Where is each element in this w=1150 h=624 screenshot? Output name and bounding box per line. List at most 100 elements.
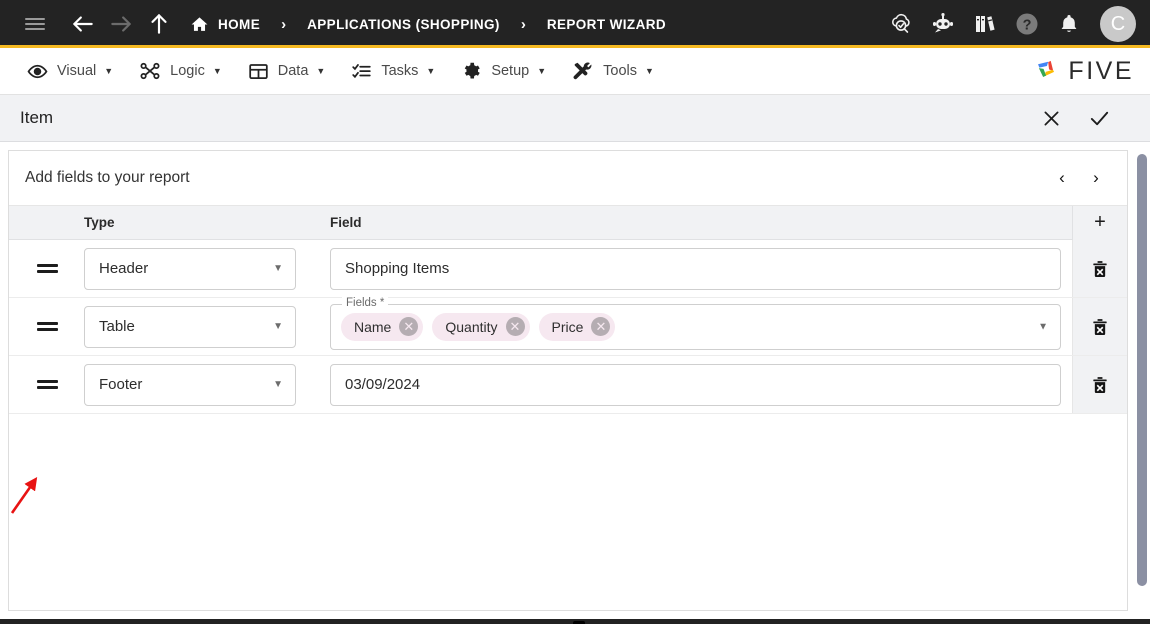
field-text-value: Shopping Items xyxy=(345,260,450,277)
application-menu-bar: Visual ▼ Logic ▼ Data ▼ Tasks ▼ Setup ▼ … xyxy=(0,48,1150,95)
tools-icon xyxy=(572,60,594,82)
chip-price[interactable]: Price ✕ xyxy=(538,312,616,341)
chip-quantity[interactable]: Quantity ✕ xyxy=(432,312,530,341)
row-type-cell: Footer ▼ xyxy=(75,363,320,406)
drag-handle-bar xyxy=(37,386,58,389)
eye-icon xyxy=(27,61,48,82)
table-row: Header ▼ Shopping Items xyxy=(9,240,1127,298)
grid-header-field-cell: Field xyxy=(320,214,1072,232)
page-title: Item xyxy=(20,108,54,127)
menu-tasks[interactable]: Tasks ▼ xyxy=(338,48,448,94)
column-header-type: Type xyxy=(84,214,115,230)
menu-tasks-label: Tasks xyxy=(381,63,419,79)
trash-icon[interactable] xyxy=(1090,317,1110,337)
back-arrow-icon[interactable] xyxy=(66,7,100,41)
svg-text:?: ? xyxy=(1023,17,1032,33)
trash-icon[interactable] xyxy=(1090,375,1110,395)
drag-handle-bar xyxy=(37,380,58,383)
prev-page-button[interactable]: ‹ xyxy=(1045,161,1079,195)
field-text-value: 03/09/2024 xyxy=(345,376,421,393)
menu-logic[interactable]: Logic ▼ xyxy=(126,48,235,94)
breadcrumb-item-home[interactable]: HOME xyxy=(190,15,260,34)
top-navigation-bar: HOME › APPLICATIONS (SHOPPING) › REPORT … xyxy=(0,0,1150,48)
menu-tools[interactable]: Tools ▼ xyxy=(559,48,667,94)
row-actions-cell xyxy=(1072,356,1127,413)
trash-icon[interactable] xyxy=(1090,259,1110,279)
form-title-bar: Item xyxy=(0,95,1150,142)
menu-visual[interactable]: Visual ▼ xyxy=(14,48,126,94)
grid-header-type-cell: Type xyxy=(75,214,320,232)
chevron-down-icon: ▼ xyxy=(104,65,114,76)
close-icon[interactable] xyxy=(1034,101,1068,135)
menu-data-label: Data xyxy=(277,63,309,79)
bell-icon[interactable] xyxy=(1054,9,1084,39)
table-row: Footer ▼ 03/09/2024 xyxy=(9,356,1127,414)
row-actions-cell xyxy=(1072,298,1127,355)
breadcrumb-label-home: HOME xyxy=(218,16,261,32)
chip-remove-icon[interactable]: ✕ xyxy=(399,317,419,336)
field-text-input-header[interactable]: Shopping Items xyxy=(330,247,1061,290)
fields-multiselect[interactable]: Fields * Name ✕ Quantity ✕ Price ✕ ▼ xyxy=(330,296,1061,350)
chevron-down-icon: ▼ xyxy=(426,65,436,76)
table-grid-icon xyxy=(248,61,269,82)
checklist-icon xyxy=(351,61,372,82)
type-select-value: Table xyxy=(99,318,135,335)
cloud-search-icon[interactable] xyxy=(886,9,916,39)
next-page-button[interactable]: › xyxy=(1079,161,1113,195)
gear-icon xyxy=(461,61,482,82)
breadcrumb-item-report-wizard[interactable]: REPORT WIZARD xyxy=(547,17,666,32)
drag-handle-icon[interactable] xyxy=(37,380,58,389)
row-type-cell: Table ▼ xyxy=(75,305,320,348)
menu-setup[interactable]: Setup ▼ xyxy=(448,48,559,94)
up-arrow-icon[interactable] xyxy=(142,7,176,41)
chip-name[interactable]: Name ✕ xyxy=(341,312,424,341)
breadcrumb: HOME › APPLICATIONS (SHOPPING) › REPORT … xyxy=(190,15,886,34)
five-brand-text: FIVE xyxy=(1068,56,1134,85)
confirm-check-icon[interactable] xyxy=(1082,101,1116,135)
grid-empty-area xyxy=(9,414,1127,594)
menu-setup-label: Setup xyxy=(491,63,530,79)
drag-handle-icon[interactable] xyxy=(37,264,58,273)
add-row-button[interactable]: + xyxy=(1072,205,1127,240)
type-select-footer[interactable]: Footer ▼ xyxy=(84,363,296,406)
chip-remove-icon[interactable]: ✕ xyxy=(591,317,611,336)
chip-label: Name xyxy=(354,318,392,335)
menu-data[interactable]: Data ▼ xyxy=(235,48,339,94)
breadcrumb-label-report-wizard: REPORT WIZARD xyxy=(546,16,667,32)
top-bar-actions: ? C xyxy=(886,6,1136,42)
row-field-cell: Shopping Items xyxy=(320,247,1072,290)
grid-header-row: Type Field + xyxy=(9,205,1127,240)
menu-logic-label: Logic xyxy=(170,63,205,79)
horizontal-scrollbar[interactable] xyxy=(0,619,1150,624)
row-field-cell: 03/09/2024 xyxy=(320,363,1072,406)
field-text-input-footer[interactable]: 03/09/2024 xyxy=(330,363,1061,406)
vertical-scrollbar-thumb[interactable] xyxy=(1137,154,1147,586)
forward-arrow-icon[interactable] xyxy=(104,7,138,41)
vertical-scrollbar[interactable] xyxy=(1136,150,1148,611)
chat-bot-icon[interactable] xyxy=(928,9,958,39)
menu-visual-label: Visual xyxy=(57,63,97,79)
chevron-down-icon: ▼ xyxy=(212,65,222,76)
type-select-table[interactable]: Table ▼ xyxy=(84,305,296,348)
type-select-header[interactable]: Header ▼ xyxy=(84,247,296,290)
chip-remove-icon[interactable]: ✕ xyxy=(505,317,525,336)
table-row: Table ▼ Fields * Name ✕ Quantity ✕ Price… xyxy=(9,296,1127,356)
chip-label: Quantity xyxy=(445,318,498,335)
chevron-down-icon[interactable]: ▼ xyxy=(1038,321,1048,332)
row-field-cell: Fields * Name ✕ Quantity ✕ Price ✕ ▼ xyxy=(320,296,1072,350)
hamburger-icon[interactable] xyxy=(18,7,52,41)
card-header: Add fields to your report ‹ › xyxy=(9,151,1127,206)
drag-handle-icon[interactable] xyxy=(37,322,58,331)
books-icon[interactable] xyxy=(970,9,1000,39)
row-type-cell: Header ▼ xyxy=(75,247,320,290)
column-header-field: Field xyxy=(330,214,362,230)
avatar[interactable]: C xyxy=(1100,6,1136,42)
logic-nodes-icon xyxy=(139,60,161,82)
drag-handle-bar xyxy=(37,270,58,273)
home-icon xyxy=(190,15,209,34)
chip-label: Price xyxy=(551,318,584,335)
chevron-down-icon: ▼ xyxy=(645,65,654,76)
chevron-down-icon: ▼ xyxy=(273,321,283,332)
help-icon[interactable]: ? xyxy=(1012,9,1042,39)
breadcrumb-item-applications[interactable]: APPLICATIONS (SHOPPING) xyxy=(307,17,500,32)
